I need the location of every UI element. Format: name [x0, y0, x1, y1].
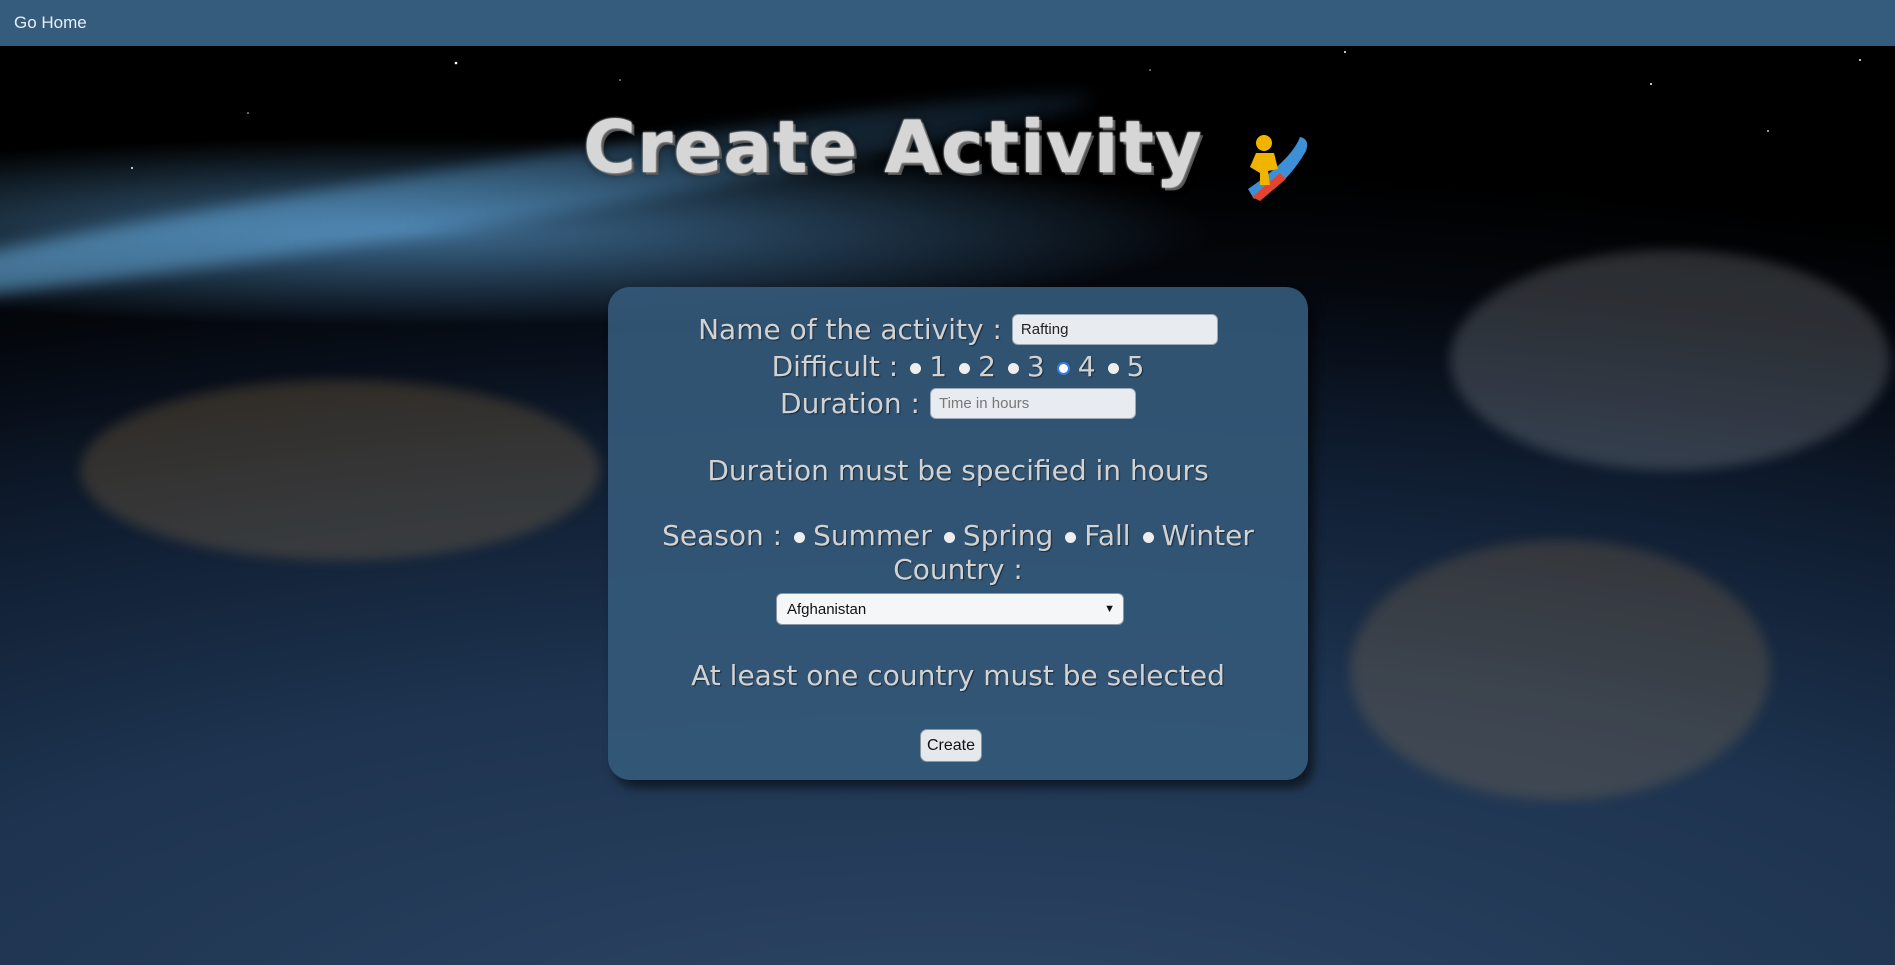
duration-input[interactable] [929, 387, 1136, 419]
duration-label: Duration : [780, 386, 920, 420]
chevron-down-icon: ▼ [1104, 603, 1115, 615]
difficulty-option-3: 3 [1026, 349, 1045, 383]
season-option-winter: Winter [1161, 518, 1254, 552]
country-select[interactable]: Afghanistan ▼ [776, 593, 1124, 625]
difficulty-option-4: 4 [1077, 349, 1096, 383]
page-title: Create Activity [583, 105, 1203, 189]
city-lights [1350, 540, 1770, 800]
season-option-fall: Fall [1084, 518, 1131, 552]
difficulty-radio-2[interactable] [959, 362, 971, 374]
season-label: Season : [662, 518, 783, 552]
city-lights [80, 380, 600, 560]
page-header: Create Activity [0, 105, 1895, 207]
country-row: Country : [608, 550, 1308, 588]
season-radio-winter[interactable] [1142, 531, 1154, 543]
season-radio-fall[interactable] [1065, 531, 1077, 543]
create-activity-form: Name of the activity : Difficult : 1 2 3… [608, 287, 1308, 780]
difficulty-row: Difficult : 1 2 3 4 5 [608, 349, 1308, 383]
season-row: Season : Summer Spring Fall Winter [608, 515, 1308, 555]
difficulty-option-5: 5 [1126, 349, 1145, 383]
person-surfing-icon [1234, 129, 1312, 207]
season-radio-spring[interactable] [943, 531, 955, 543]
difficulty-radio-5[interactable] [1107, 362, 1119, 374]
season-radio-summer[interactable] [794, 531, 806, 543]
duration-error: Duration must be specified in hours [707, 453, 1209, 487]
cloud-bank [1450, 250, 1890, 470]
season-option-spring: Spring [962, 518, 1054, 552]
top-nav-bar: Go Home [0, 0, 1895, 46]
country-label: Country : [893, 552, 1023, 586]
duration-row: Duration : [608, 386, 1308, 420]
difficulty-radio-1[interactable] [910, 362, 922, 374]
difficulty-label: Difficult : [771, 349, 899, 383]
name-label: Name of the activity : [698, 312, 1002, 346]
season-option-summer: Summer [813, 518, 932, 552]
difficulty-option-1: 1 [929, 349, 948, 383]
country-select-value: Afghanistan [787, 600, 867, 618]
difficulty-radio-3[interactable] [1007, 362, 1019, 374]
create-button[interactable]: Create [920, 729, 982, 762]
difficulty-radio-4[interactable] [1056, 361, 1070, 375]
difficulty-option-2: 2 [978, 349, 996, 383]
country-error: At least one country must be selected [691, 658, 1225, 692]
activity-name-input[interactable] [1011, 313, 1218, 345]
go-home-link[interactable]: Go Home [14, 13, 87, 33]
name-row: Name of the activity : [608, 312, 1308, 346]
